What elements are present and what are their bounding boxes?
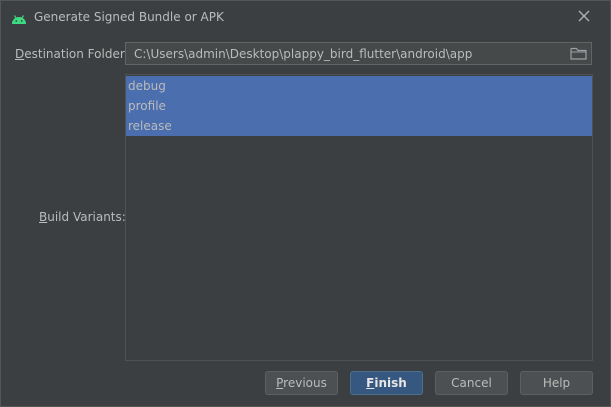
android-icon bbox=[11, 10, 27, 24]
title-bar[interactable]: Generate Signed Bundle or APK bbox=[1, 1, 610, 34]
list-item-release[interactable]: release bbox=[126, 116, 592, 136]
build-variants-label-text: uild Variants: bbox=[47, 210, 126, 224]
build-variants-list[interactable]: debug profile release bbox=[125, 74, 593, 361]
destination-folder-field[interactable]: C:\Users\admin\Desktop\plappy_bird_flutt… bbox=[125, 42, 592, 65]
previous-label: revious bbox=[283, 376, 327, 390]
dialog-title: Generate Signed Bundle or APK bbox=[34, 10, 224, 24]
build-variants-label-mnemonic: B bbox=[39, 210, 48, 224]
destination-label-mnemonic: D bbox=[15, 47, 25, 61]
list-item-profile[interactable]: profile bbox=[126, 96, 592, 116]
list-item-debug[interactable]: debug bbox=[126, 76, 592, 96]
cancel-button[interactable]: Cancel bbox=[435, 371, 508, 395]
destination-folder-label: Destination Folder: bbox=[15, 47, 129, 61]
close-icon[interactable] bbox=[576, 8, 592, 24]
generate-signed-bundle-dialog: Generate Signed Bundle or APK Destinatio… bbox=[0, 0, 611, 407]
build-variants-label: Build Variants: bbox=[39, 210, 126, 224]
finish-label: inish bbox=[374, 376, 407, 390]
destination-folder-value[interactable]: C:\Users\admin\Desktop\plappy_bird_flutt… bbox=[134, 47, 472, 61]
finish-button[interactable]: Finish bbox=[350, 371, 423, 395]
previous-button[interactable]: Previous bbox=[265, 371, 338, 395]
help-button[interactable]: Help bbox=[520, 371, 593, 395]
folder-icon[interactable] bbox=[570, 46, 588, 61]
destination-label-text: estination Folder: bbox=[24, 47, 129, 61]
